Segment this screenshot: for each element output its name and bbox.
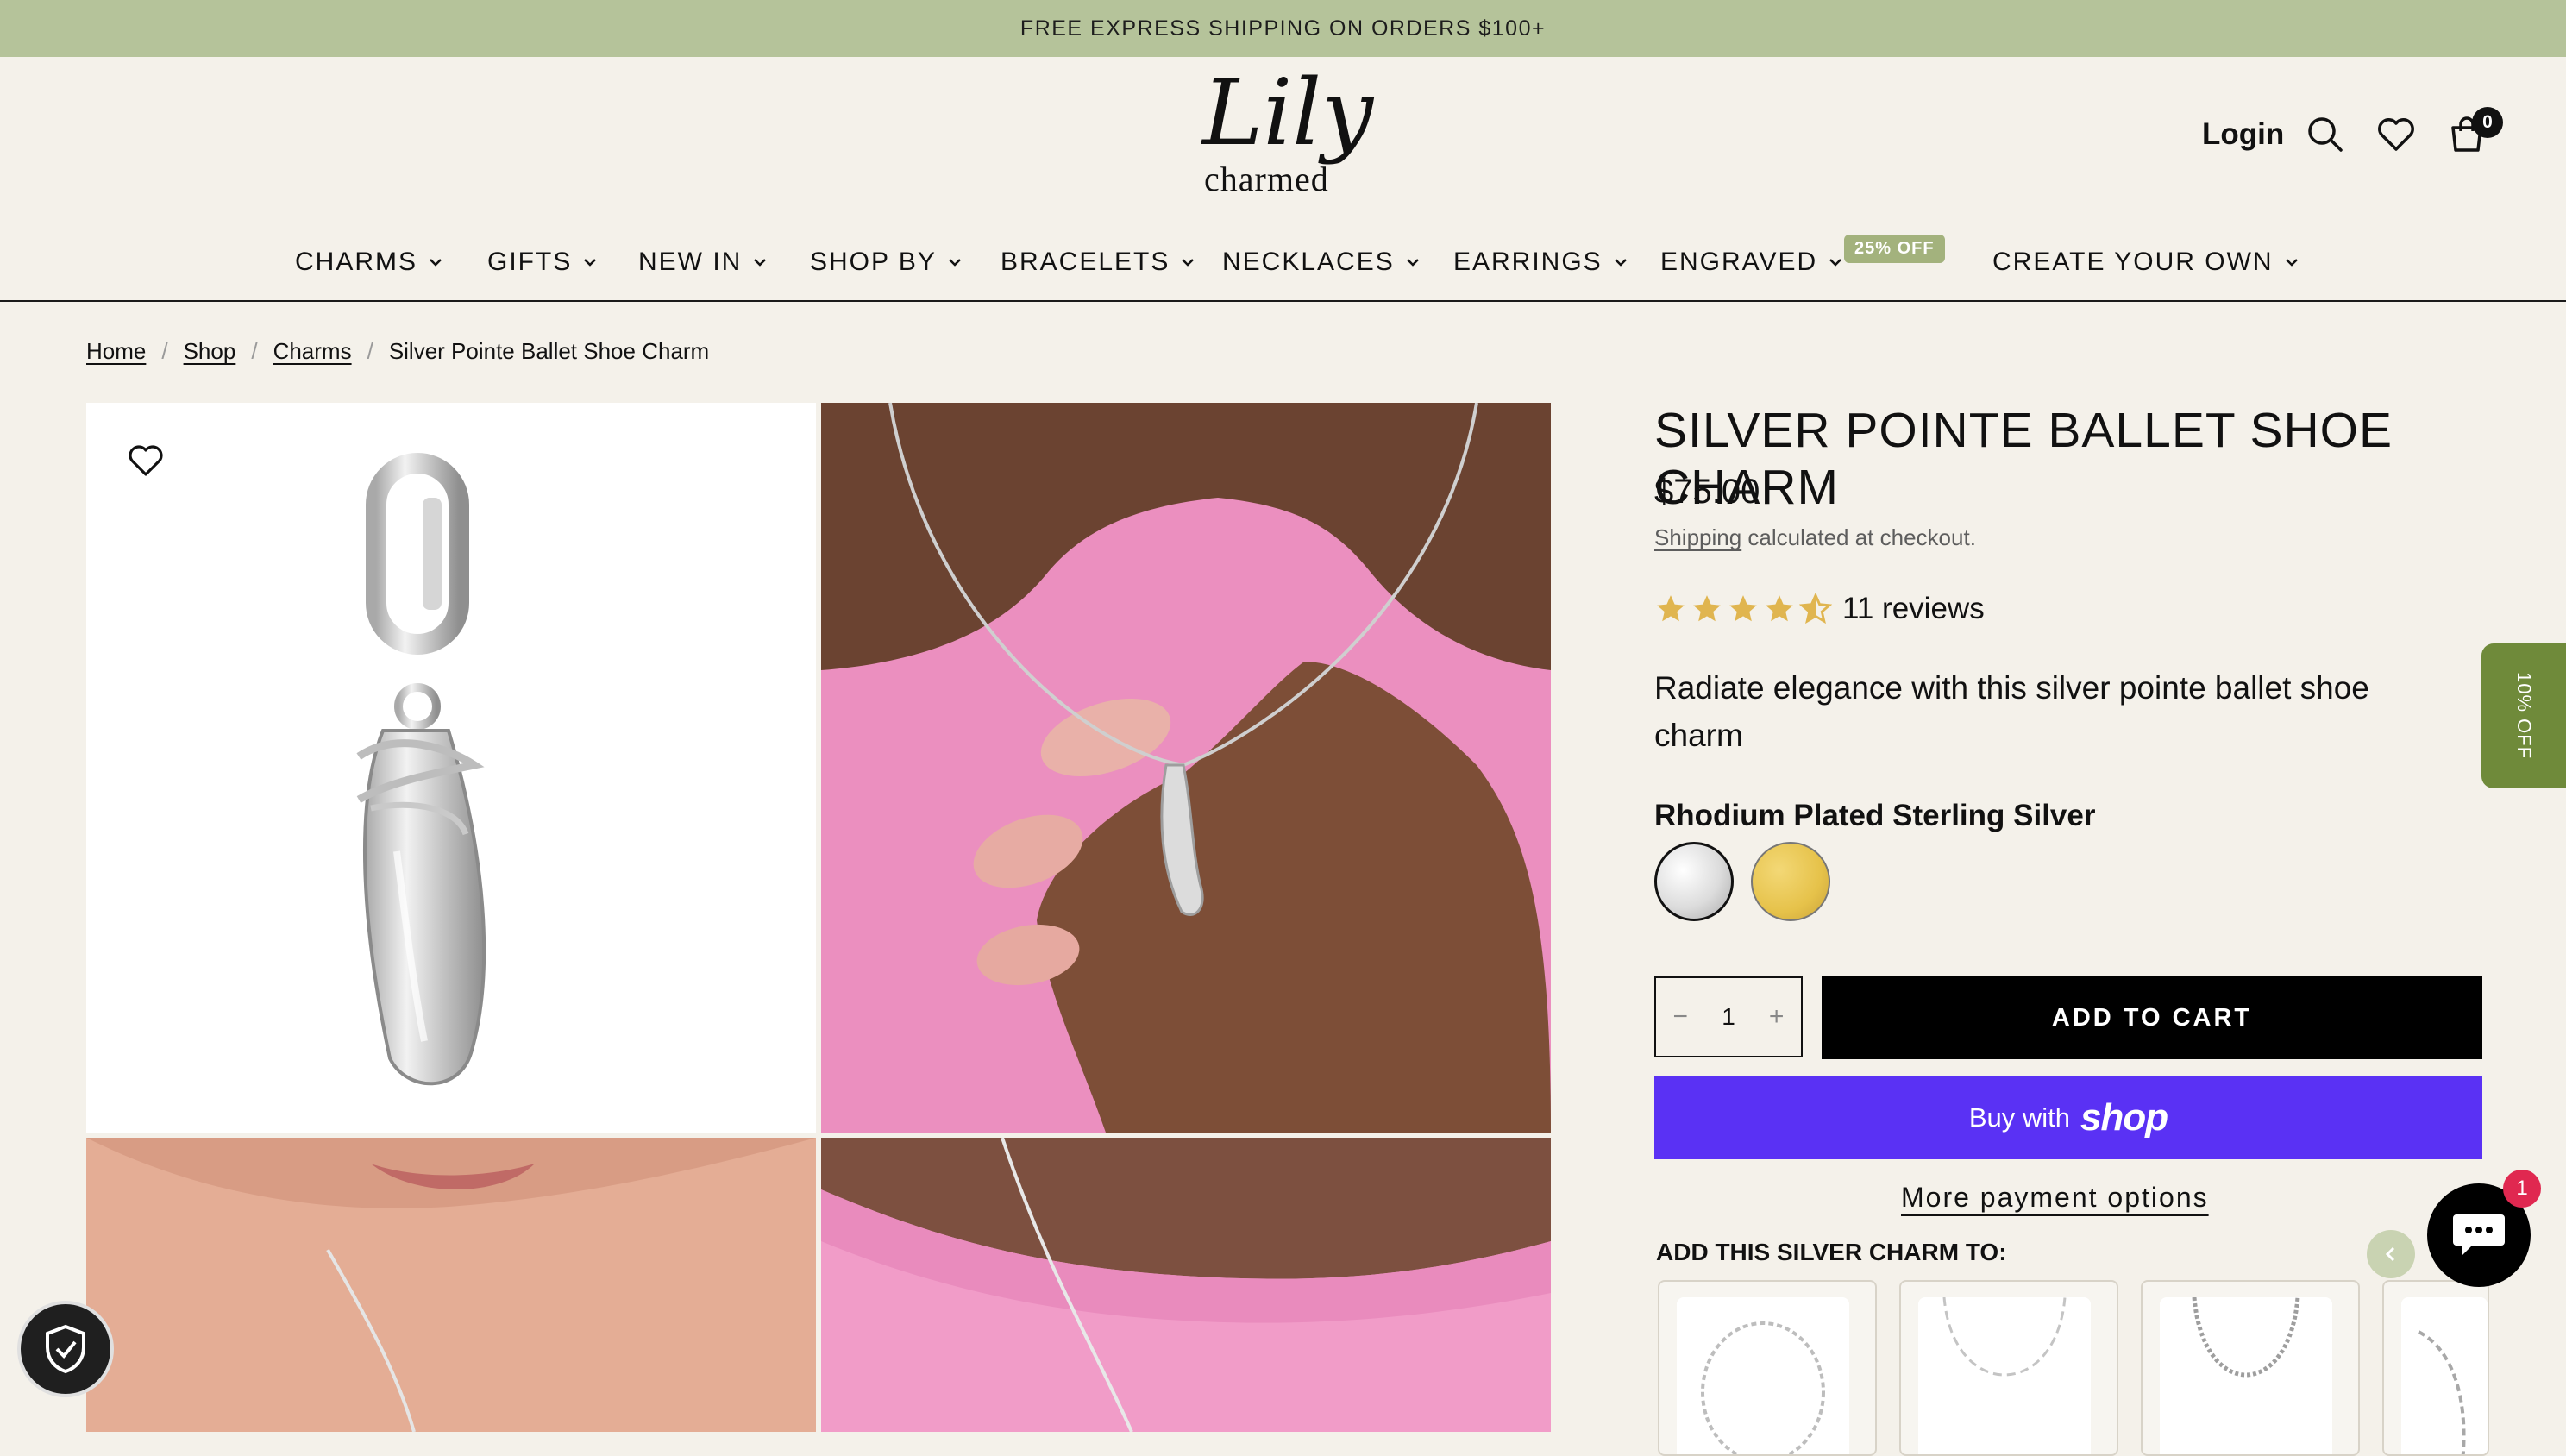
nav-item-engraved[interactable]: ENGRAVED: [1660, 236, 1843, 288]
product-image-neck[interactable]: [86, 1138, 816, 1432]
product-description: Radiate elegance with this silver pointe…: [1654, 670, 2369, 753]
search-icon[interactable]: [2305, 114, 2346, 155]
chevron-down-icon: [2285, 259, 2298, 267]
variant-label: Rhodium Plated Sterling Silver: [1654, 799, 2096, 832]
product-image-hand[interactable]: [821, 403, 1551, 1133]
nav-label: CREATE YOUR OWN: [1992, 248, 2274, 276]
breadcrumb-home[interactable]: Home: [86, 338, 146, 365]
neck-close-up-image: [86, 1138, 816, 1432]
carousel-prev-button[interactable]: [2367, 1230, 2415, 1278]
chat-notification-badge: 1: [2503, 1170, 2541, 1208]
breadcrumb-separator: /: [161, 338, 168, 364]
side-tab-label: 10% OFF: [2513, 672, 2535, 760]
nav-label: CHARMS: [295, 248, 418, 276]
shipping-link[interactable]: Shipping: [1654, 524, 1741, 550]
add-to-cart-button[interactable]: ADD TO CART: [1822, 976, 2482, 1059]
chevron-down-icon: [1406, 259, 1419, 267]
nav-label: NEW IN: [638, 248, 743, 276]
ballet-shoe-charm-image: [356, 453, 486, 1086]
nav-item-charms[interactable]: CHARMS: [295, 236, 443, 288]
nav-label: GIFTS: [487, 248, 573, 276]
breadcrumb-shop[interactable]: Shop: [184, 338, 236, 365]
chevron-left-icon: [2385, 1246, 2395, 1262]
logo-script: Lily: [1202, 60, 1374, 166]
add-charm-to-heading: ADD THIS SILVER CHARM TO:: [1656, 1239, 2007, 1265]
shop-pay-logo: shop: [2080, 1096, 2168, 1139]
upsell-card[interactable]: [1899, 1280, 2118, 1456]
quantity-decrease-button[interactable]: −: [1673, 1002, 1689, 1032]
product-rating[interactable]: 11 reviews: [1654, 592, 1985, 626]
chevron-down-icon: [754, 259, 767, 267]
nav-label: NECKLACES: [1222, 248, 1395, 276]
shipping-note: Shipping calculated at checkout.: [1654, 524, 1976, 551]
breadcrumb-separator: /: [251, 338, 258, 364]
reviews-count[interactable]: 11 reviews: [1842, 592, 1985, 626]
necklace-on-shirt-image: [821, 1138, 1551, 1432]
product-title: SILVER POINTE BALLET SHOE CHARM: [1654, 403, 2393, 515]
nav-item-create-your-own[interactable]: CREATE YOUR OWN: [1992, 236, 2299, 288]
discount-badge: 25% OFF: [1844, 235, 1945, 263]
buy-with-label: Buy with: [1968, 1102, 2071, 1133]
quantity-stepper: − 1 +: [1654, 976, 1803, 1057]
nav-item-bracelets[interactable]: BRACELETS: [1001, 236, 1195, 288]
more-payment-options-link[interactable]: More payment options: [1901, 1182, 2209, 1214]
product-image-main[interactable]: [86, 403, 816, 1133]
star-full-icon: [1657, 595, 1685, 622]
quantity-value[interactable]: 1: [1722, 1003, 1735, 1031]
upsell-card[interactable]: [1658, 1280, 1877, 1456]
main-nav: CHARMS GIFTS NEW IN SHOP BY BRACELETS NE…: [0, 236, 2566, 288]
breadcrumb-current: Silver Pointe Ballet Shoe Charm: [388, 338, 710, 364]
product-image-shirt[interactable]: [821, 1138, 1551, 1432]
breadcrumb-separator: /: [367, 338, 373, 364]
nav-item-necklaces[interactable]: NECKLACES: [1222, 236, 1421, 288]
privacy-shield-button[interactable]: [17, 1301, 114, 1397]
site-header: Lily charmed Login 0 CHARMS GIFTS NEW IN…: [0, 57, 2566, 302]
nav-label: ENGRAVED: [1660, 248, 1818, 276]
nav-item-earrings[interactable]: EARRINGS: [1453, 236, 1628, 288]
chevron-down-icon: [1829, 259, 1842, 267]
nav-item-new-in[interactable]: NEW IN: [638, 236, 768, 288]
star-half-icon: [1799, 593, 1832, 624]
swatch-gold[interactable]: [1751, 842, 1830, 921]
star-full-icon: [1766, 595, 1793, 622]
upsell-card[interactable]: [2382, 1280, 2489, 1456]
breadcrumb-charms[interactable]: Charms: [273, 338, 352, 365]
link-bracelet-image: [2418, 1330, 2466, 1454]
chevron-down-icon: [1614, 259, 1627, 267]
login-link[interactable]: Login: [2202, 117, 2284, 152]
station-necklace-image: [1942, 1297, 2067, 1377]
swatch-silver[interactable]: [1654, 842, 1734, 921]
shield-check-icon: [46, 1324, 85, 1374]
upsell-card[interactable]: [2141, 1280, 2360, 1456]
chat-icon: [2453, 1214, 2505, 1256]
silver-bracelet-image: [1701, 1321, 1825, 1454]
nav-label: BRACELETS: [1001, 248, 1170, 276]
product-price: $75.00: [1654, 473, 1760, 511]
cart-count-badge: 0: [2472, 107, 2503, 138]
nav-item-shop-by[interactable]: SHOP BY: [810, 236, 963, 288]
chevron-down-icon: [1182, 259, 1195, 267]
wishlist-icon[interactable]: [2375, 114, 2417, 155]
announcement-bar: FREE EXPRESS SHIPPING ON ORDERS $100+: [0, 0, 2566, 57]
nav-label: SHOP BY: [810, 248, 937, 276]
logo-sub: charmed: [1204, 160, 1329, 198]
add-to-wishlist-icon[interactable]: [128, 443, 164, 478]
chevron-down-icon: [430, 259, 442, 267]
chain-necklace-image: [2192, 1297, 2300, 1378]
star-full-icon: [1729, 595, 1757, 622]
hand-wearing-necklace-image: [821, 403, 1551, 1133]
shipping-note-text: calculated at checkout.: [1741, 524, 1976, 550]
nav-label: EARRINGS: [1453, 248, 1603, 276]
chevron-down-icon: [948, 259, 961, 267]
chevron-down-icon: [584, 259, 597, 267]
discount-side-tab[interactable]: 10% OFF: [2481, 643, 2566, 788]
quantity-increase-button[interactable]: +: [1769, 1002, 1785, 1032]
breadcrumb: Home / Shop / Charms / Silver Pointe Bal…: [86, 338, 709, 365]
buy-with-shop-button[interactable]: Buy with shop: [1654, 1076, 2482, 1159]
logo[interactable]: Lily charmed: [1199, 67, 1373, 209]
nav-item-gifts[interactable]: GIFTS: [487, 236, 598, 288]
announcement-text: FREE EXPRESS SHIPPING ON ORDERS $100+: [1019, 16, 1547, 41]
star-full-icon: [1693, 595, 1721, 622]
